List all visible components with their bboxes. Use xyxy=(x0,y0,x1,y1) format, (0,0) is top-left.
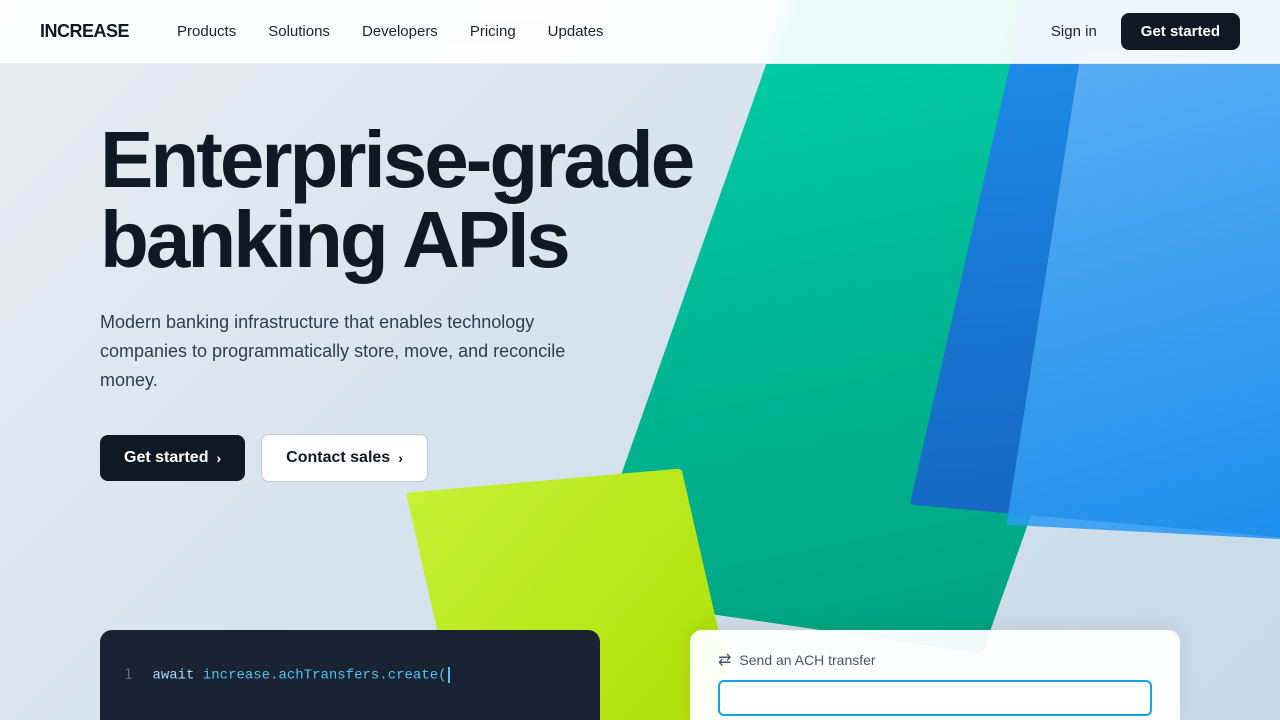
signin-link[interactable]: Sign in xyxy=(1051,23,1097,40)
nav-item-solutions[interactable]: Solutions xyxy=(268,23,330,40)
nav-item-pricing[interactable]: Pricing xyxy=(470,23,516,40)
ach-label: ⇄ Send an ACH transfer xyxy=(718,650,1152,670)
nav-item-updates[interactable]: Updates xyxy=(548,23,604,40)
nav-item-products[interactable]: Products xyxy=(177,23,236,40)
brand-logo: INCREASE xyxy=(40,21,129,42)
hero-buttons: Get started › Contact sales › xyxy=(100,434,692,482)
hero-title-line1: Enterprise-grade xyxy=(100,115,692,204)
ach-panel: ⇄ Send an ACH transfer xyxy=(690,630,1180,720)
nav-get-started-button[interactable]: Get started xyxy=(1121,13,1240,50)
code-line-number: 1 xyxy=(124,667,132,683)
code-panel: 1 await increase.achTransfers.create( xyxy=(100,630,600,720)
code-cursor xyxy=(448,667,450,683)
ach-label-text: Send an ACH transfer xyxy=(739,652,875,668)
code-method: increase.achTransfers.create( xyxy=(203,667,447,683)
nav-links: Products Solutions Developers Pricing Up… xyxy=(177,23,1051,40)
hero-get-started-button[interactable]: Get started › xyxy=(100,435,245,481)
hero-section: INCREASE Products Solutions Developers P… xyxy=(0,0,1280,720)
hero-content: Enterprise-grade banking APIs Modern ban… xyxy=(100,120,692,482)
navbar: INCREASE Products Solutions Developers P… xyxy=(0,0,1280,64)
ach-input[interactable] xyxy=(718,680,1152,716)
code-content: await increase.achTransfers.create( xyxy=(152,667,449,684)
hero-title: Enterprise-grade banking APIs xyxy=(100,120,692,280)
code-keyword: await xyxy=(152,667,202,683)
arrow-icon: › xyxy=(216,450,221,466)
ach-icon: ⇄ xyxy=(718,650,731,670)
hero-title-line2: banking APIs xyxy=(100,195,568,284)
nav-actions: Sign in Get started xyxy=(1051,13,1240,50)
hero-subtitle: Modern banking infrastructure that enabl… xyxy=(100,308,580,394)
contact-sales-button[interactable]: Contact sales › xyxy=(261,434,428,482)
nav-item-developers[interactable]: Developers xyxy=(362,23,438,40)
arrow-icon-secondary: › xyxy=(398,450,403,466)
